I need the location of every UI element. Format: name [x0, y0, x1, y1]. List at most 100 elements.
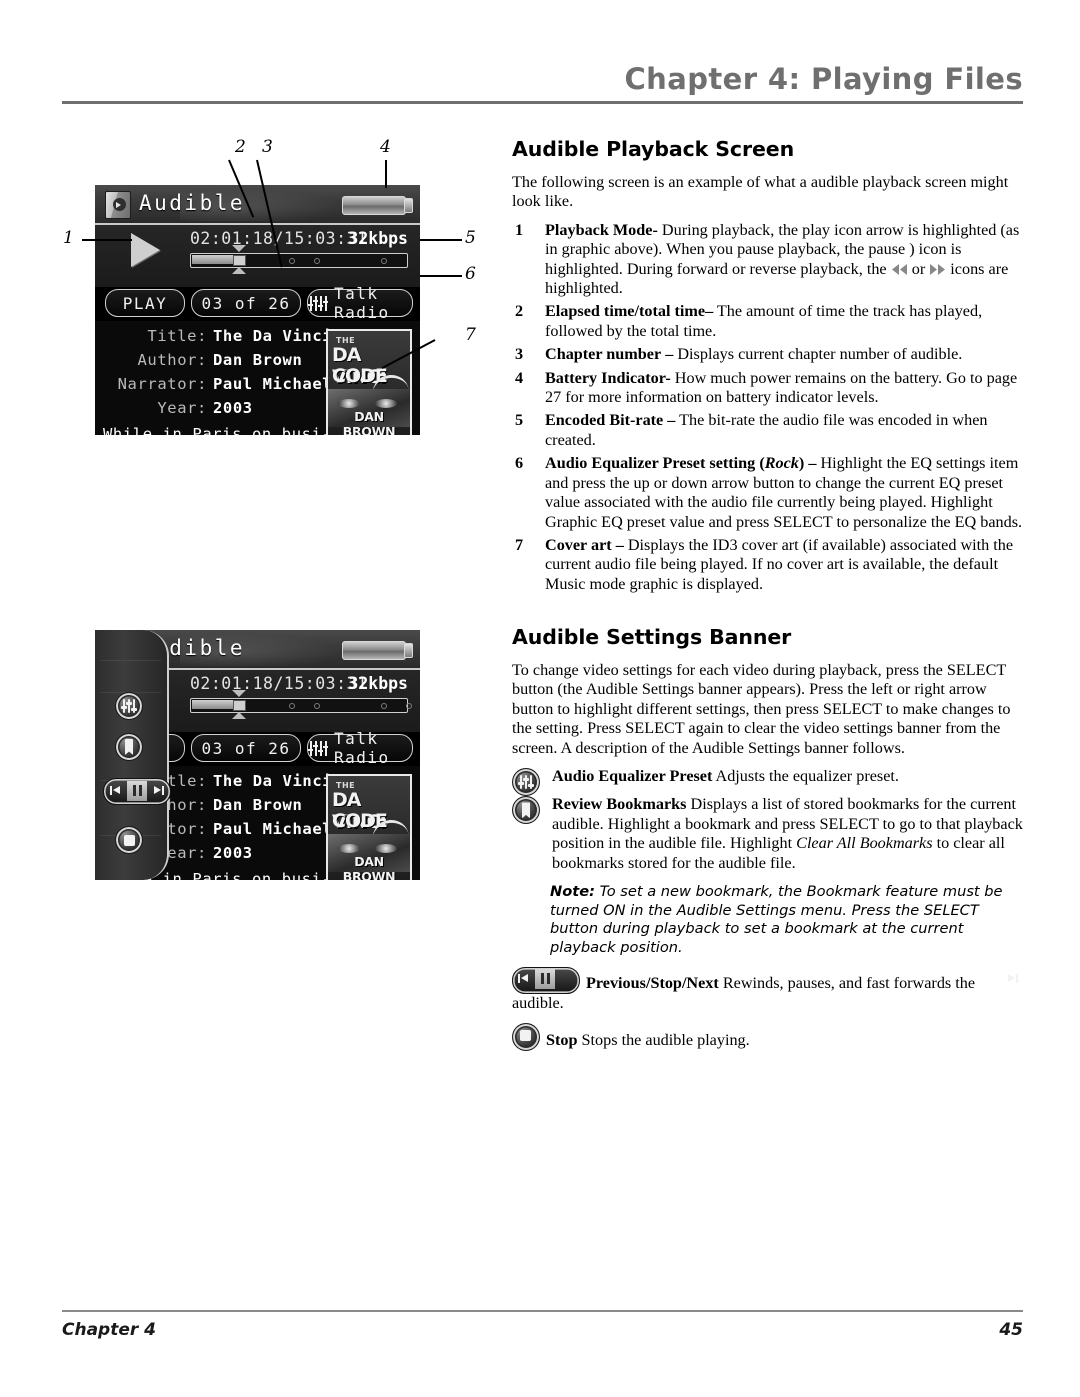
callout-number-5: 5	[465, 228, 476, 248]
mode-pill[interactable]: PLAY	[105, 289, 185, 317]
meta-label-year: Year:	[157, 399, 207, 417]
elapsed-total-time: 02:01:18/15:03:31	[190, 229, 368, 248]
bookmark-note: Note: To set a new bookmark, the Bookmar…	[550, 883, 1024, 957]
callout-number-1: 1	[63, 228, 74, 248]
playback-section: Audible Playback Screen The following sc…	[512, 137, 1024, 598]
list-item: 2 Elapsed time/total time– The amount of…	[512, 302, 1024, 341]
row-term: Previous/Stop/Next	[586, 974, 719, 993]
eq-preset-pill[interactable]: Talk Radio	[307, 284, 413, 322]
item-dash: –	[705, 302, 714, 321]
footer-page-number: 45	[999, 1320, 1023, 1340]
bitrate-label-2: 32kbps	[348, 674, 408, 693]
item-term: Playback Mode	[545, 220, 653, 239]
elapsed-total-time-2: 02:01:18/15:03:31	[190, 674, 368, 693]
meta-value-year: 2003	[213, 399, 253, 417]
manual-page: Chapter 4: Playing Files Audible 02:01:1…	[0, 0, 1080, 1397]
item-number: 4	[515, 368, 524, 387]
settings-heading: Audible Settings Banner	[512, 625, 792, 649]
settings-row-transport: Previous/Stop/Next Rewinds, pauses, and …	[512, 967, 1024, 1013]
audible-metadata: Title: The Da Vinci Code Author: Dan Brown…	[95, 321, 420, 435]
review-bookmarks-icon[interactable]	[512, 796, 540, 825]
stop-icon[interactable]	[512, 1022, 540, 1051]
item-number: 1	[515, 220, 524, 239]
audible-book-icon	[105, 191, 131, 219]
cover-art: THE DA VINCI CODE DAN BROWN A NOVEL BY A…	[326, 329, 412, 435]
list-item: 3 Chapter number – Displays current chap…	[512, 345, 1024, 364]
progress-bar-2[interactable]	[190, 698, 412, 713]
meta-value-narrator: Paul Michael	[213, 375, 333, 393]
item-term: Battery Indicator	[545, 368, 666, 387]
bitrate-label: 32kbps	[348, 229, 408, 248]
playback-heading: Audible Playback Screen	[512, 137, 795, 161]
device-title-bar: Audible	[95, 185, 420, 225]
list-item: 6 Audio Equalizer Preset setting (Rock) …	[512, 454, 1024, 532]
item-number: 5	[515, 411, 524, 430]
banner-equalizer-icon[interactable]	[115, 692, 143, 720]
footer-chapter: Chapter 4	[62, 1320, 157, 1340]
callout-number-7: 7	[465, 325, 476, 345]
equalizer-preset-icon[interactable]	[512, 768, 540, 797]
previous-stop-next-icon[interactable]	[512, 967, 1018, 995]
item-term: Cover art	[545, 535, 612, 554]
eq-preset-pill-2[interactable]: Talk Radio	[307, 729, 413, 767]
equalizer-icon	[308, 295, 330, 311]
chapter-pill-2[interactable]: 03 of 26	[191, 734, 301, 762]
settings-section: Audible Settings Banner To change video …	[512, 625, 1024, 1060]
item-term: Encoded Bit-rate	[545, 411, 664, 430]
callout-number-6: 6	[465, 264, 476, 284]
settings-row-equalizer: Audio Equalizer Preset Adjusts the equal…	[512, 767, 1024, 797]
note-text: To set a new bookmark, the Bookmark feat…	[550, 883, 1003, 956]
meta-value-narrator-2: Paul Michael	[213, 820, 333, 838]
meta-label-author: Author:	[137, 351, 207, 369]
row-text-emphasis: Clear All Bookmarks	[796, 834, 933, 853]
row-term: Review Bookmarks	[552, 795, 687, 814]
progress-bar[interactable]	[190, 253, 408, 268]
list-item: 4 Battery Indicator- How much power rema…	[512, 369, 1024, 408]
device-title: Audible	[139, 191, 246, 215]
item-term-a: Audio Equalizer Preset setting (	[545, 454, 765, 473]
progress-marker-bottom	[232, 267, 246, 274]
settings-row-stop: Stop Stops the audible playing.	[512, 1022, 1024, 1051]
item-term-b: )	[798, 454, 805, 473]
item-number: 3	[515, 345, 524, 364]
item-text-b: or	[907, 259, 930, 278]
item-text: Displays current chapter number of audib…	[673, 345, 963, 364]
play-icon	[131, 233, 160, 267]
item-term: Chapter number	[545, 345, 662, 364]
cover-art-2: THE DA VINCI CODE DAN BROWN A NOVEL BY A…	[326, 774, 412, 880]
meta-label-title: Title:	[147, 327, 207, 345]
banner-bookmark-icon[interactable]	[115, 733, 143, 761]
progress-marker-top-2	[232, 690, 246, 697]
banner-stop-icon[interactable]	[115, 826, 143, 854]
eq-preset-label-2: Talk Radio	[334, 729, 390, 767]
list-item: 5 Encoded Bit-rate – The bit-rate the au…	[512, 411, 1024, 450]
battery-icon-2	[342, 641, 413, 660]
page-header-title: Chapter 4: Playing Files	[624, 62, 1023, 96]
callout-leader-6	[420, 275, 462, 277]
item-dash: –	[615, 535, 624, 554]
playback-intro: The following screen is an example of wh…	[512, 173, 1009, 211]
callout-leader-5	[420, 239, 462, 241]
banner-transport-icon[interactable]	[103, 778, 171, 805]
callout-number-2: 2	[235, 137, 246, 157]
callout-number-3: 3	[262, 137, 273, 157]
meta-value-author-2: Dan Brown	[213, 796, 303, 814]
audible-settings-banner-screenshot: Audible 02:01:18/15:03:31 32kbps PLAY 03…	[95, 630, 420, 880]
progress-marker-top	[232, 245, 246, 252]
settings-row-bookmarks: Review Bookmarks Displays a list of stor…	[512, 795, 1024, 873]
header-rule	[62, 101, 1023, 104]
callout-leader-1	[82, 239, 132, 241]
note-label: Note:	[550, 883, 595, 901]
footer-rule	[62, 1310, 1023, 1312]
row-term: Audio Equalizer Preset	[552, 767, 713, 786]
row-text: Rewinds, pauses, and fast forwards the a…	[512, 974, 976, 1013]
item-term-emphasis: Rock	[764, 454, 799, 473]
meta-label-narrator: Narrator:	[117, 375, 207, 393]
meta-value-year-2: 2003	[213, 844, 253, 862]
battery-icon	[342, 196, 413, 215]
cover-author: DAN BROWN	[342, 409, 396, 435]
rewind-icon	[891, 263, 907, 275]
chapter-pill[interactable]: 03 of 26	[191, 289, 301, 317]
eq-preset-label: Talk Radio	[334, 284, 390, 322]
cover-author-2: DAN BROWN	[342, 854, 396, 880]
